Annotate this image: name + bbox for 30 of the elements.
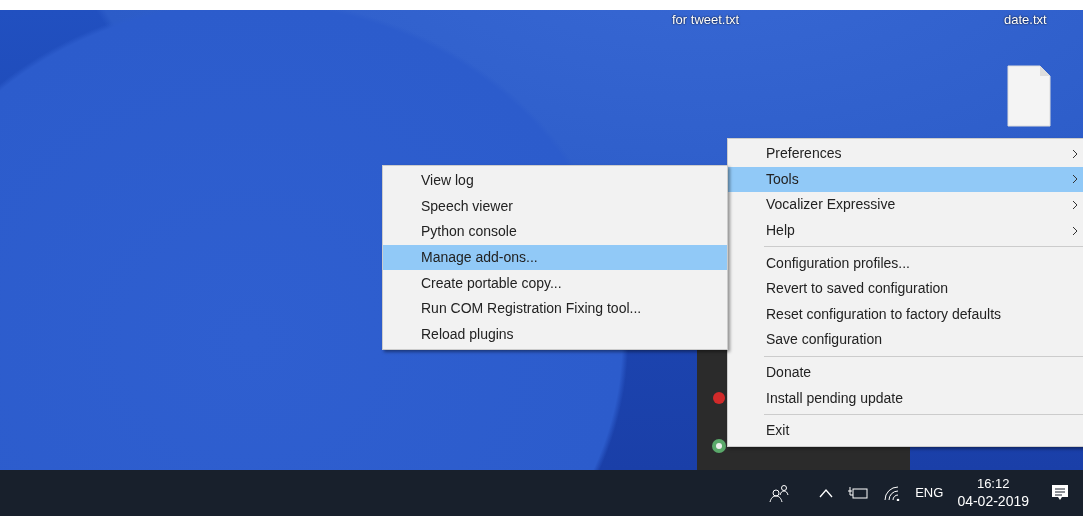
chevron-up-icon[interactable] bbox=[819, 488, 834, 498]
menu-item[interactable]: Install pending update bbox=[728, 385, 1083, 411]
menu-item[interactable]: Preferences bbox=[728, 141, 1083, 167]
language-indicator[interactable]: ENG bbox=[915, 483, 944, 503]
menu-item[interactable]: Configuration profiles... bbox=[728, 250, 1083, 276]
file-name-label: date.txt bbox=[1004, 11, 1047, 29]
menu-item[interactable]: Save configuration bbox=[728, 327, 1083, 353]
menu-item[interactable]: Tools bbox=[728, 166, 1083, 193]
wifi-icon[interactable] bbox=[883, 485, 902, 501]
menu-item[interactable]: Reset configuration to factory defaults bbox=[728, 301, 1083, 328]
notification-icon[interactable] bbox=[1051, 484, 1069, 502]
menu-item[interactable]: Help bbox=[728, 217, 1083, 244]
menu-item[interactable]: View log bbox=[383, 168, 727, 194]
clock-time: 16:12 bbox=[976, 474, 1010, 493]
tray-app-icon[interactable] bbox=[711, 438, 727, 454]
menu-item[interactable]: Revert to saved configuration bbox=[728, 275, 1083, 302]
clock-date: 04-02-2019 bbox=[957, 492, 1029, 512]
menu-item[interactable]: Donate bbox=[728, 359, 1083, 386]
menu-item[interactable]: Speech viewer bbox=[383, 193, 727, 220]
menu-item[interactable]: Exit bbox=[728, 417, 1083, 444]
menu-item[interactable]: Python console bbox=[383, 219, 727, 245]
menu-item[interactable]: Create portable copy... bbox=[383, 270, 727, 296]
clock[interactable]: 16:12 04-02-2019 bbox=[957, 474, 1029, 512]
menu-item[interactable]: Manage add-ons... bbox=[383, 244, 727, 271]
file-name-label: for tweet.txt bbox=[672, 11, 740, 29]
text-file-icon[interactable] bbox=[1006, 65, 1052, 127]
battery-plug-icon[interactable] bbox=[847, 486, 870, 500]
menu-item[interactable]: Vocalizer Expressive bbox=[728, 192, 1083, 218]
menu-item[interactable]: Reload plugins bbox=[383, 321, 727, 348]
menu-item[interactable]: Run COM Registration Fixing tool... bbox=[383, 295, 727, 322]
